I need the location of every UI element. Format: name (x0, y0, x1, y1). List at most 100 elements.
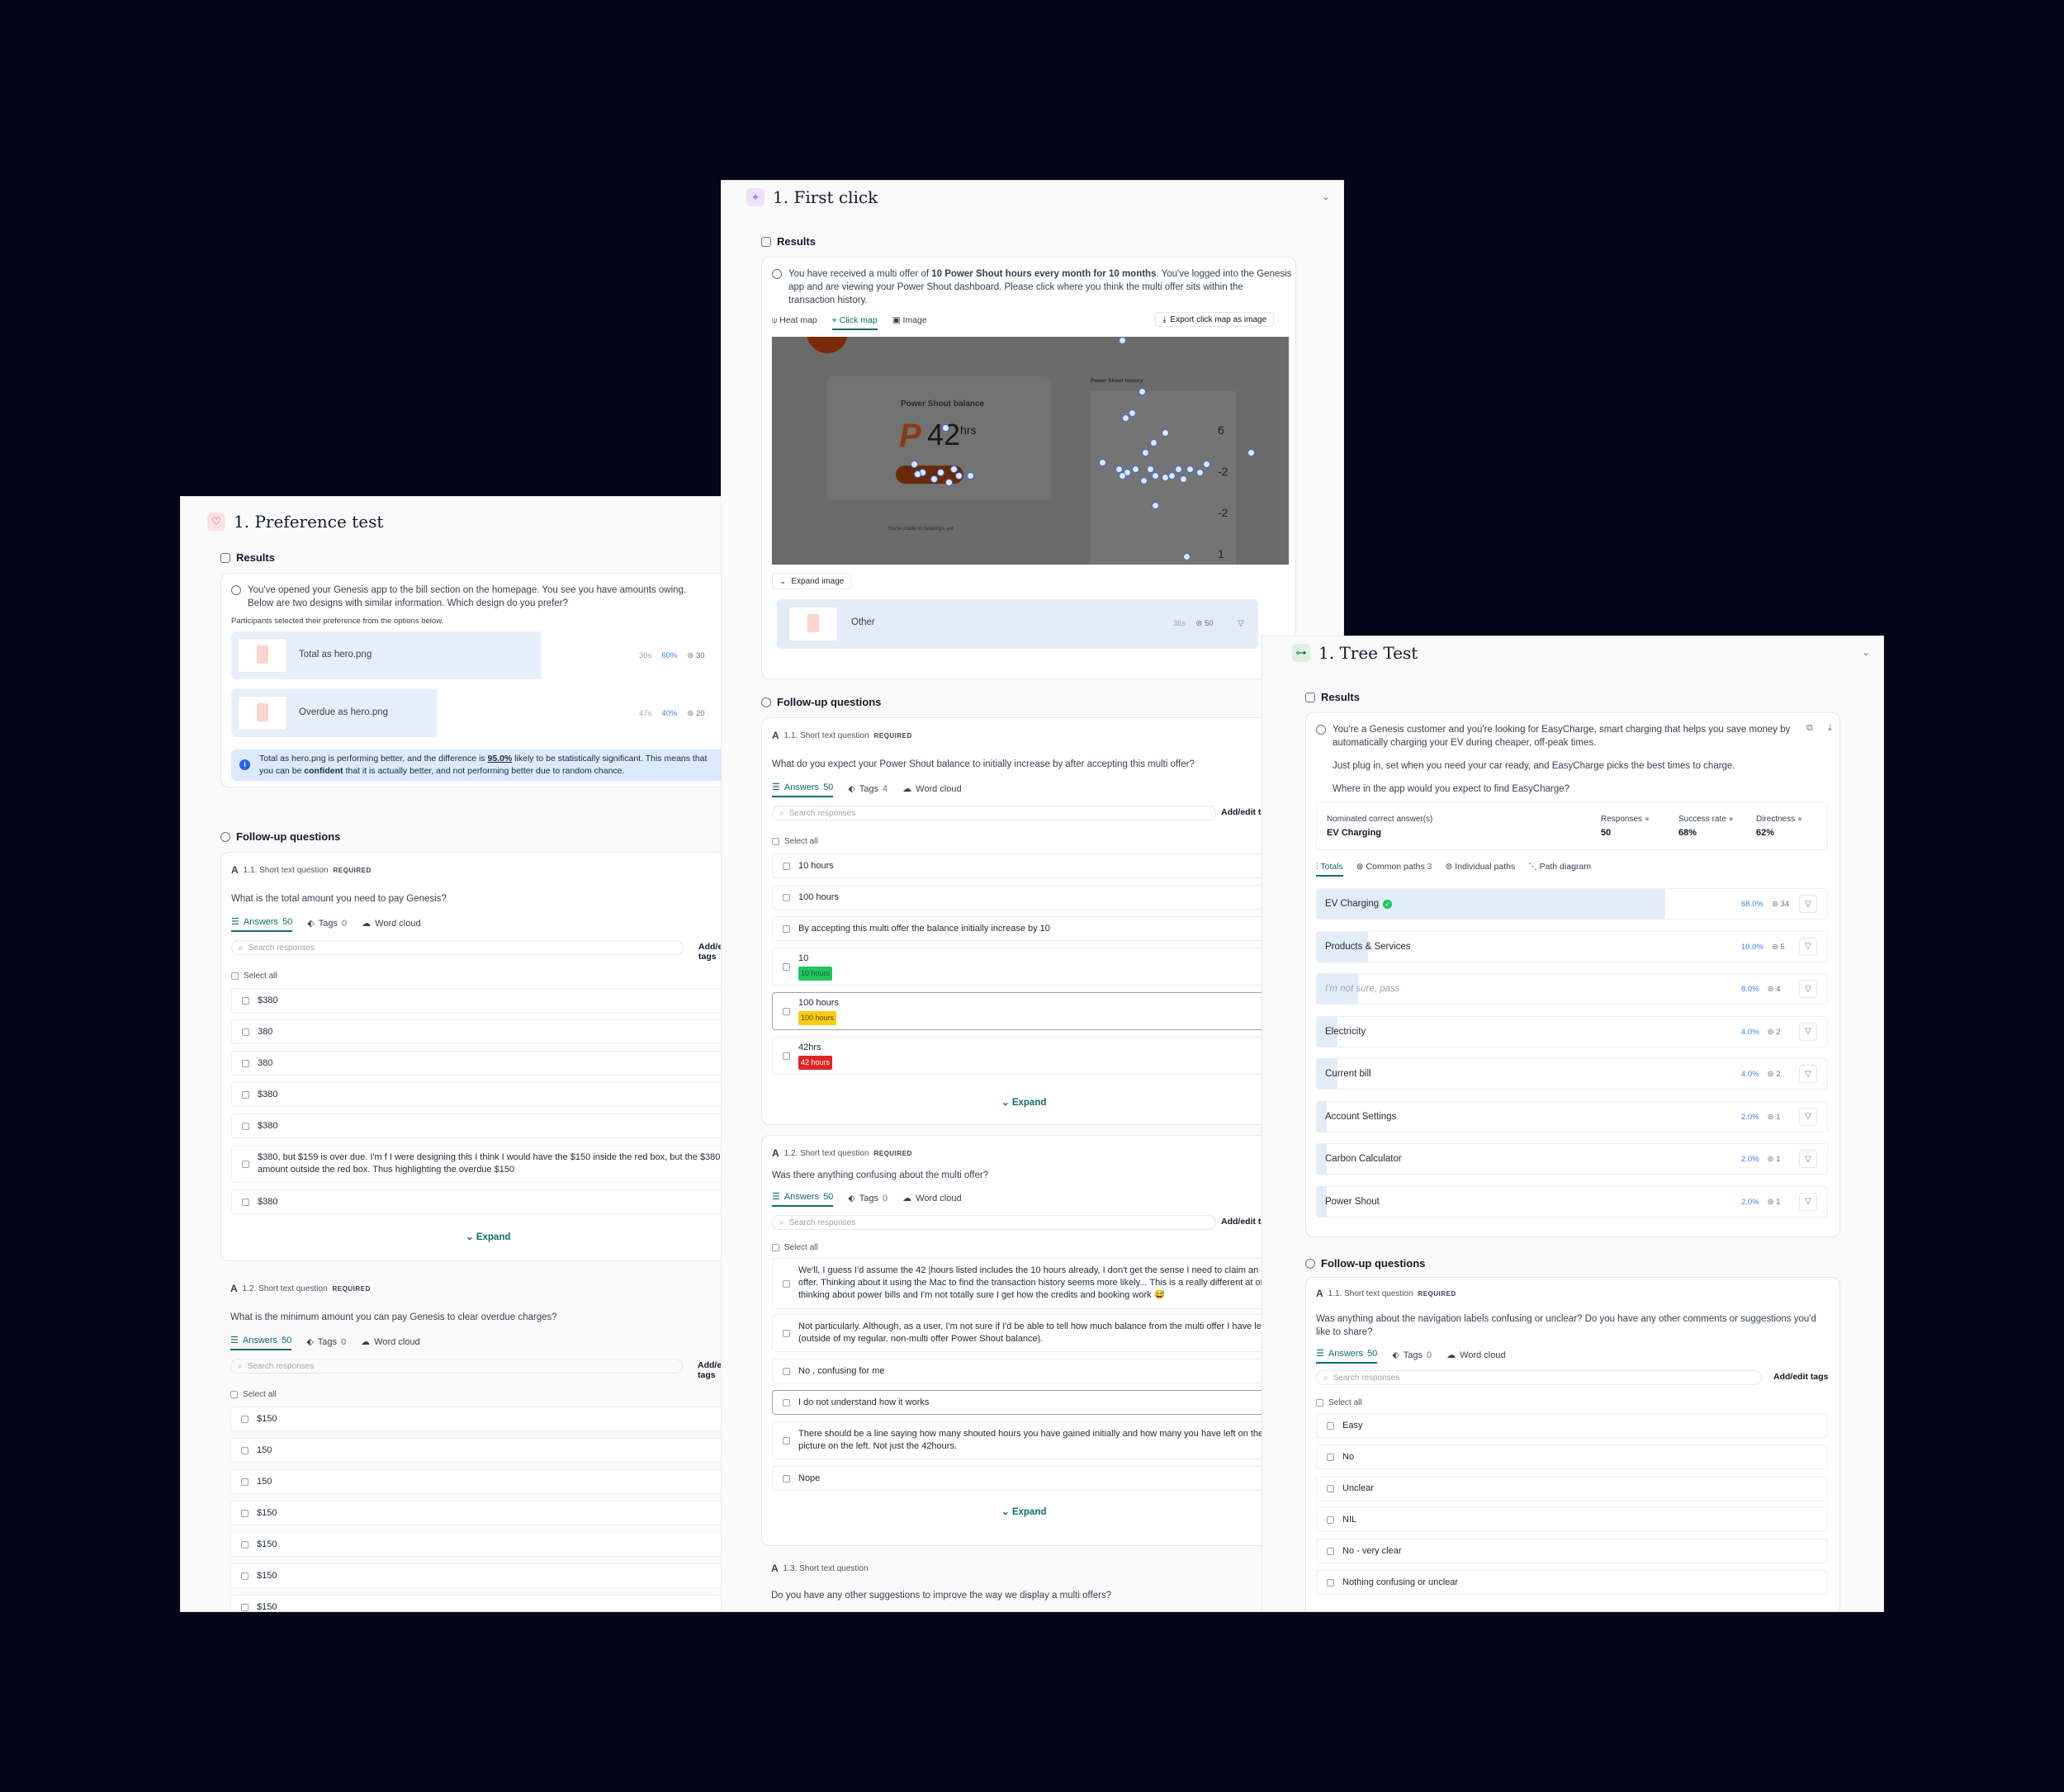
answer-row[interactable]: There should be a line saying how many s… (772, 1421, 1300, 1459)
tree-result-row[interactable]: I'm not sure, pass 8.0% ⊜ 4 ▽ (1316, 973, 1828, 1005)
tab-heat-map[interactable]: ⍦ Heat map (772, 315, 817, 330)
tree-result-row[interactable]: Power Shout 2.0% ⊜ 1 ▽ (1316, 1185, 1828, 1218)
search-input[interactable]: ⌕ Search responses (772, 1215, 1216, 1230)
filter-button[interactable]: ▽ (1799, 895, 1817, 913)
answer-row[interactable]: $150 (230, 1595, 721, 1611)
tree-result-row[interactable]: EV Charging ✓ 68.0% ⊜ 34 ▽ (1316, 888, 1828, 920)
answer-row[interactable]: 150 (230, 1469, 721, 1494)
answer-row[interactable]: 380 (231, 1019, 721, 1044)
answer-row[interactable]: Easy (1316, 1413, 1828, 1438)
answer-row[interactable]: 100 hours 100 hours (772, 992, 1300, 1030)
tab-word-cloud[interactable]: ☁ Word cloud (361, 1336, 419, 1350)
tab-individual-paths[interactable]: ⊜ Individual paths (1446, 862, 1516, 877)
answer-row[interactable]: $150 (230, 1407, 721, 1431)
search-input[interactable]: ⌕ Search responses (231, 940, 684, 955)
option-row[interactable]: Total as hero.png 30s 60% ⊜ 30 (231, 631, 721, 679)
other-area-row[interactable]: Other 36s ⊜ 50 ▽ (777, 599, 1258, 649)
download-icon[interactable]: ⤓ (1828, 723, 1832, 734)
add-edit-tags-button[interactable]: Add/edit tags (1773, 1372, 1829, 1382)
export-click-map-button[interactable]: ⤓ Export click map as image (1155, 312, 1275, 327)
answer-row[interactable]: $150 (230, 1501, 721, 1525)
preference-header[interactable]: ♡ 1. Preference test (181, 505, 721, 538)
tree-result-row[interactable]: Carbon Calculator 2.0% ⊜ 1 ▽ (1316, 1143, 1828, 1175)
filter-button[interactable]: ▽ (1799, 1107, 1817, 1126)
search-input[interactable]: ⌕ Search responses (230, 1359, 683, 1374)
click-map-image[interactable]: Power Shout balance P 42hrs You've made … (772, 337, 1289, 565)
select-all-checkbox[interactable]: Select all (230, 1390, 277, 1399)
tab-tags[interactable]: ⬖ Tags 0 (848, 1193, 888, 1207)
tree-result-row[interactable]: Current bill 4.0% ⊜ 2 ▽ (1316, 1058, 1828, 1090)
answer-row[interactable]: Unclear (1316, 1476, 1828, 1501)
filter-button[interactable]: ▽ (1799, 980, 1817, 998)
tab-answers[interactable]: ☰ Answers 50 (230, 1335, 292, 1350)
answer-row[interactable]: 150 (230, 1438, 721, 1463)
answer-row[interactable]: $150 (230, 1532, 721, 1557)
tab-common-paths[interactable]: ⊛ Common paths 3 (1356, 862, 1432, 877)
filter-button[interactable]: ▽ (1799, 1192, 1817, 1211)
expand-button[interactable]: ⌄ Expand (1001, 1096, 1046, 1108)
answer-row[interactable]: 100 hours (772, 885, 1300, 910)
answer-row[interactable]: We'll, I guess I'd assume the 42 |hours … (772, 1258, 1300, 1309)
answer-row[interactable]: 42hrs 42 hours (772, 1037, 1300, 1075)
answer-row[interactable]: No - very clear (1316, 1539, 1828, 1563)
answer-row[interactable]: $150 (230, 1563, 721, 1588)
answer-row[interactable]: 10 10 hours (772, 948, 1300, 986)
answer-row[interactable]: By accepting this multi offer the balanc… (772, 916, 1300, 941)
tab-tags[interactable]: ⬖ Tags 4 (848, 783, 888, 797)
tab-path-diagram[interactable]: ⋱ Path diagram (1528, 862, 1591, 877)
add-edit-tags-button[interactable]: Add/edit tags (698, 1360, 721, 1380)
answer-row[interactable]: $380, but $159 is over due. I'm f I were… (231, 1145, 721, 1183)
answer-row[interactable]: 380 (231, 1051, 721, 1076)
filter-button[interactable]: ▽ (1799, 1065, 1817, 1083)
answer-row[interactable]: $380 (231, 1189, 721, 1214)
tree-result-row[interactable]: Account Settings 2.0% ⊜ 1 ▽ (1316, 1100, 1828, 1132)
answer-row[interactable]: $380 (231, 1113, 721, 1138)
chevron-down-icon[interactable]: ⌄ (1322, 191, 1330, 202)
answer-row[interactable]: Not particularly. Although, as a user, I… (772, 1314, 1300, 1352)
filter-button[interactable]: ▽ (1799, 937, 1817, 956)
answer-row[interactable]: $380 (231, 1082, 721, 1107)
filter-button[interactable]: ▽ (1799, 1150, 1817, 1168)
tree-result-row[interactable]: Electricity 4.0% ⊜ 2 ▽ (1316, 1015, 1828, 1047)
answer-row[interactable]: Nope (772, 1466, 1300, 1491)
tab-tags[interactable]: ⬖ Tags 0 (306, 1336, 346, 1350)
filter-button[interactable]: ▽ (1232, 614, 1250, 632)
answer-row[interactable]: $380 (231, 988, 721, 1013)
tree-test-header[interactable]: ⊶ 1. Tree Test ⌄ (1262, 636, 1883, 669)
tab-word-cloud[interactable]: ☁ Word cloud (1446, 1350, 1505, 1364)
answer-row[interactable]: No (1316, 1444, 1828, 1469)
tab-image[interactable]: ▣ Image (892, 315, 927, 330)
tab-answers[interactable]: ☰ Answers 50 (772, 1191, 834, 1207)
add-edit-tags-button[interactable]: Add/edit tags (698, 942, 721, 962)
select-all-checkbox[interactable]: Select all (231, 972, 277, 981)
answer-row[interactable]: 10 hours (772, 853, 1300, 878)
answer-row[interactable]: No , confusing for me (772, 1359, 1300, 1383)
tab-answers[interactable]: ☰ Answers 50 (231, 916, 293, 932)
answer-row[interactable]: NIL (1316, 1507, 1828, 1532)
tab-word-cloud[interactable]: ☁ Word cloud (362, 918, 420, 932)
tab-word-cloud[interactable]: ☁ Word cloud (902, 1193, 961, 1207)
chevron-down-icon[interactable]: ⌄ (1862, 646, 1870, 658)
tree-result-row[interactable]: Products & Services 10.0% ⊜ 5 ▽ (1316, 930, 1828, 962)
tab-answers[interactable]: ☰ Answers 50 (1316, 1348, 1378, 1364)
answer-row[interactable]: Nothing confusing or unclear (1316, 1570, 1828, 1595)
search-input[interactable]: ⌕ Search responses (1316, 1370, 1762, 1385)
expand-button[interactable]: ⌄ Expand (1001, 1506, 1046, 1517)
search-input[interactable]: ⌕ Search responses (772, 806, 1216, 820)
tab-tags[interactable]: ⬖ Tags 0 (1392, 1350, 1432, 1364)
copy-icon[interactable]: ⧉ (1806, 723, 1813, 734)
filter-button[interactable]: ▽ (1799, 1022, 1817, 1041)
tab-tags[interactable]: ⬖ Tags 0 (307, 918, 347, 932)
expand-button[interactable]: ⌄ Expand (466, 1231, 510, 1242)
tab-answers[interactable]: ☰ Answers 50 (772, 782, 834, 797)
expand-image-button[interactable]: ⌄ Expand image (772, 573, 852, 589)
tab-click-map[interactable]: ⌖ Click map (831, 315, 878, 330)
option-row[interactable]: Overdue as hero.png 47s 40% ⊜ 20 (231, 689, 721, 737)
answer-row[interactable]: I do not understand how it works (772, 1390, 1300, 1415)
select-all-checkbox[interactable]: Select all (772, 837, 818, 846)
select-all-checkbox[interactable]: Select all (1316, 1398, 1362, 1407)
tab-totals[interactable]: ⫶ Totals (1316, 862, 1343, 877)
first-click-header[interactable]: ⌖ 1. First click ⌄ (722, 181, 1343, 214)
tab-word-cloud[interactable]: ☁ Word cloud (902, 783, 961, 797)
select-all-checkbox[interactable]: Select all (772, 1243, 818, 1252)
